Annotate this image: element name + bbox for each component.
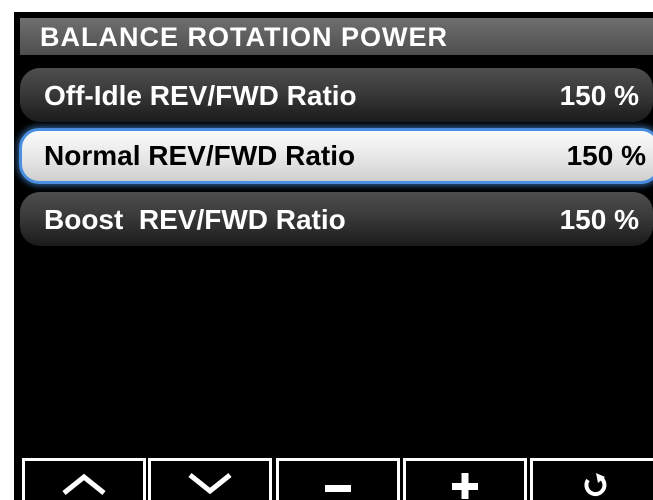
increase-button[interactable] (403, 458, 527, 500)
minus-icon (325, 485, 351, 492)
menu-item-off-idle-ratio[interactable]: Off-Idle REV/FWD Ratio 150 % (20, 68, 653, 122)
menu-item-value: 150 % (566, 140, 646, 171)
undo-button[interactable] (530, 458, 653, 500)
chevron-up-icon (62, 473, 106, 495)
undo-icon (584, 473, 607, 497)
plus-icon (452, 473, 478, 499)
scroll-down-button[interactable] (148, 458, 272, 500)
menu-item-value: 150 % (559, 80, 639, 111)
menu-item-label: Normal REV/FWD Ratio (44, 140, 356, 171)
menu-item-value: 150 % (559, 204, 639, 235)
header-bar: BALANCE ROTATION POWER (20, 18, 653, 55)
menu-item-label: Boost REV/FWD Ratio (44, 204, 346, 235)
menu-item-boost-ratio[interactable]: Boost REV/FWD Ratio 150 % (20, 192, 653, 246)
decrease-button[interactable] (276, 458, 400, 500)
softkey-bar (14, 456, 653, 500)
menu-item-label: Off-Idle REV/FWD Ratio (44, 80, 357, 111)
chevron-down-icon (188, 473, 232, 495)
page-title: BALANCE ROTATION POWER (40, 22, 448, 52)
menu-item-normal-ratio[interactable]: Normal REV/FWD Ratio 150 % (19, 128, 653, 184)
scroll-up-button[interactable] (22, 458, 146, 500)
display-screen: BALANCE ROTATION POWER Off-Idle REV/FWD … (14, 12, 653, 500)
